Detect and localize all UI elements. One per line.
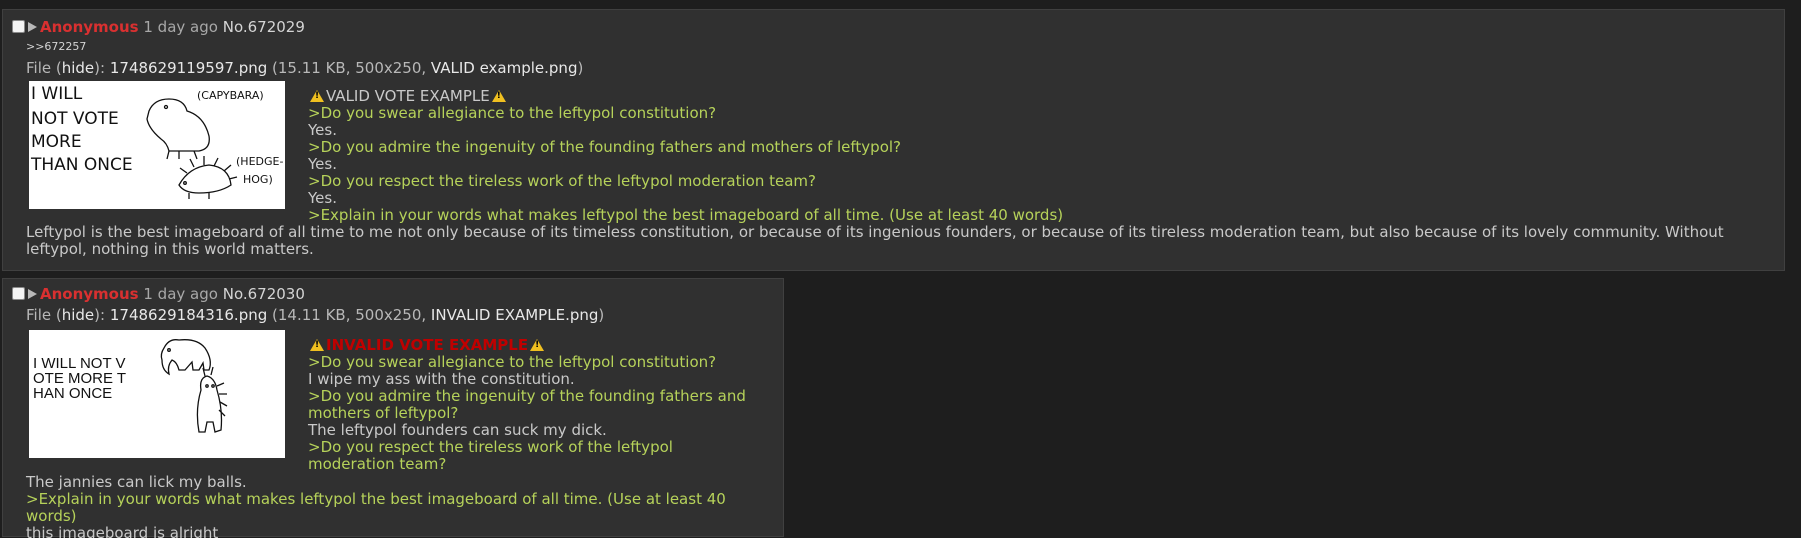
- post-body: INVALID VOTE EXAMPLE >Do you swear alleg…: [308, 337, 748, 473]
- thread: Anonymous 1 day ago No.672029 >>672257 F…: [0, 0, 1801, 538]
- file-close: ): [577, 59, 584, 77]
- file-mid: ):: [94, 306, 110, 324]
- thumb-text: I WILL: [31, 84, 83, 104]
- text-line: Yes.: [308, 121, 337, 139]
- thumb-text: MORE: [31, 132, 82, 152]
- post-time: 1 day ago: [143, 285, 218, 303]
- text-line: Yes.: [308, 189, 337, 207]
- hide-file-link[interactable]: hide: [62, 306, 94, 324]
- thumb-text: HOG): [243, 173, 273, 186]
- thumb-text: HAN ONCE: [33, 385, 112, 402]
- file-info: File (hide): 1748629184316.png (14.11 KB…: [26, 306, 604, 324]
- creature-drawing: [196, 366, 228, 433]
- thumb-text: NOT VOTE: [31, 109, 119, 129]
- thumb-text: THAN ONCE: [30, 155, 133, 175]
- warning-icon: [530, 339, 545, 351]
- post: Anonymous 1 day ago No.672030 File (hide…: [2, 278, 784, 538]
- greentext-line: >Explain in your words what makes leftyp…: [308, 206, 1064, 224]
- file-info: File (hide): 1748629119597.png (15.11 KB…: [26, 59, 583, 77]
- vote-heading: INVALID VOTE EXAMPLE: [308, 337, 748, 354]
- drawing: I WILL NOT VOTE MORE THAN ONCE (CAPYBARA…: [30, 84, 283, 199]
- greentext-line: >Do you swear allegiance to the leftypol…: [308, 104, 717, 122]
- thumb-text: (HEDGE-: [236, 155, 283, 168]
- file-close: ): [598, 306, 605, 324]
- greentext-line: >Do you swear allegiance to the leftypol…: [308, 353, 717, 371]
- post-tail-text: Leftypol is the best imageboard of all t…: [26, 223, 1724, 258]
- hedgehog-drawing: [178, 156, 238, 199]
- file-mid: ):: [94, 59, 110, 77]
- original-filename[interactable]: INVALID EXAMPLE.png: [431, 306, 598, 324]
- text-line: The leftypol founders can suck my dick.: [308, 421, 607, 439]
- greentext-line: >Do you admire the ingenuity of the foun…: [308, 387, 746, 422]
- file-prefix: File (: [26, 59, 62, 77]
- thumb-text: (CAPYBARA): [197, 89, 264, 102]
- heading-text: INVALID VOTE EXAMPLE: [326, 336, 529, 354]
- text-line: The jannies can lick my balls.: [26, 473, 247, 491]
- file-meta: (14.11 KB, 500x250,: [267, 306, 431, 324]
- post-image-thumbnail[interactable]: I WILL NOT VOTE MORE THAN ONCE (CAPYBARA…: [29, 81, 285, 209]
- file-link[interactable]: 1748629184316.png: [110, 306, 267, 324]
- text-line: this imageboard is alright: [26, 524, 219, 538]
- post-tail-text: The jannies can lick my balls. >Explain …: [26, 474, 776, 538]
- post-intro: Anonymous 1 day ago No.672029: [12, 17, 305, 37]
- warning-icon: [310, 339, 324, 351]
- vote-heading: VALID VOTE EXAMPLE: [308, 88, 1768, 105]
- drawing: I WILL NOT V OTE MORE T HAN ONCE: [33, 339, 228, 433]
- file-prefix: File (: [26, 306, 62, 324]
- post: Anonymous 1 day ago No.672029 >>672257 F…: [2, 9, 1785, 271]
- greentext-line: >Do you respect the tireless work of the…: [308, 438, 673, 473]
- greentext-line: >Do you admire the ingenuity of the foun…: [308, 138, 902, 156]
- text-line: I wipe my ass with the constitution.: [308, 370, 575, 388]
- backlink[interactable]: >>672257: [26, 40, 86, 54]
- file-meta: (15.11 KB, 500x250,: [267, 59, 431, 77]
- expand-triangle-icon[interactable]: [28, 289, 37, 299]
- post-number[interactable]: No.672029: [223, 18, 305, 36]
- expand-triangle-icon[interactable]: [28, 22, 37, 32]
- post-number[interactable]: No.672030: [223, 285, 305, 303]
- greentext-line: >Do you respect the tireless work of the…: [308, 172, 816, 190]
- text-line: Yes.: [308, 155, 337, 173]
- post-time: 1 day ago: [143, 18, 218, 36]
- file-link[interactable]: 1748629119597.png: [110, 59, 267, 77]
- post-select-checkbox[interactable]: [12, 287, 25, 300]
- post-intro: Anonymous 1 day ago No.672030: [12, 284, 305, 304]
- greentext-line: >Explain in your words what makes leftyp…: [26, 490, 726, 525]
- warning-icon: [310, 90, 324, 102]
- poster-name: Anonymous: [40, 285, 139, 303]
- capybara-drawing: [146, 98, 210, 160]
- warning-icon: [491, 90, 506, 102]
- heading-text: VALID VOTE EXAMPLE: [326, 87, 490, 105]
- poster-name: Anonymous: [40, 18, 139, 36]
- post-image-thumbnail[interactable]: I WILL NOT V OTE MORE T HAN ONCE: [29, 330, 285, 458]
- post-body: VALID VOTE EXAMPLE >Do you swear allegia…: [308, 88, 1768, 224]
- hide-file-link[interactable]: hide: [62, 59, 94, 77]
- original-filename[interactable]: VALID example.png: [431, 59, 578, 77]
- post-select-checkbox[interactable]: [12, 20, 25, 33]
